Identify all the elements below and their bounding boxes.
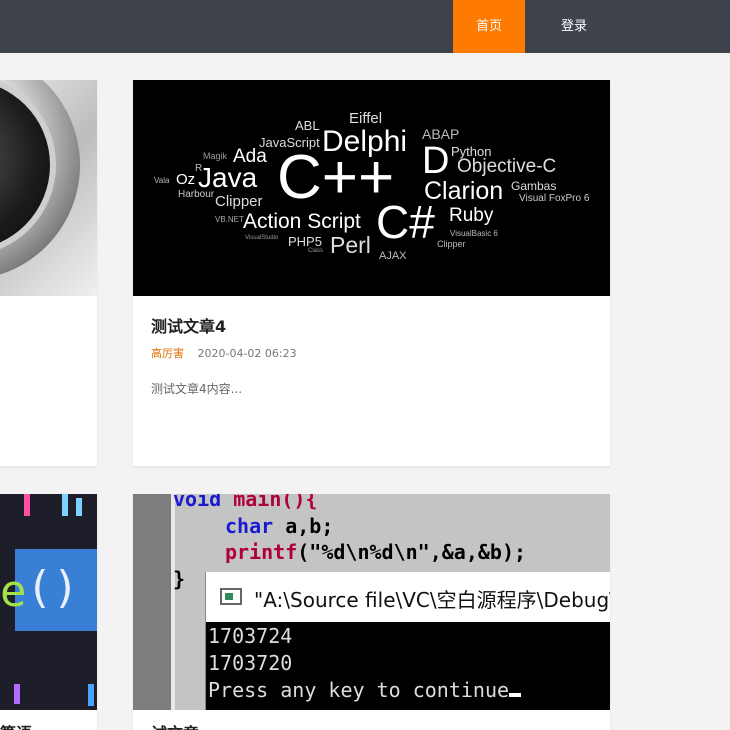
word-action-script: Action Script (243, 210, 361, 233)
decor-bar (14, 684, 20, 704)
word-php5: PHP5 (288, 234, 322, 249)
code-line-4: } (173, 567, 186, 591)
nav-login[interactable]: 登录 (525, 0, 623, 53)
word-ruby: Ruby (449, 205, 494, 226)
console-titlebar: "A:\Source file\VC\空白源程序\Debug\ (206, 572, 610, 622)
word-harbour: Harbour (178, 189, 215, 200)
parens-glyph: () (26, 562, 79, 613)
article-excerpt: 测试文章4内容... (151, 382, 243, 396)
decor-bar (62, 494, 68, 516)
word-abap: ABAP (422, 126, 460, 142)
word-visualbasic: VisualBasic 6 (450, 229, 498, 238)
word-vala: Vala (154, 176, 170, 185)
code-keyword: char (225, 514, 274, 538)
console-app-icon (220, 588, 242, 605)
article-thumbnail-code[interactable]: () e (0, 494, 97, 710)
decor-bar (24, 494, 30, 516)
word-eiffel: Eiffel (349, 110, 383, 127)
code-line-1: void main(){ (173, 494, 318, 511)
console-window: "A:\Source file\VC\空白源程序\Debug\ 1703724 … (205, 572, 610, 710)
article-meta: 高厉害 2020-04-02 06:23 (151, 345, 297, 361)
article-title-partial[interactable]: 算语 (0, 720, 32, 730)
top-navbar: 首页 登录 (0, 0, 730, 53)
article-author[interactable]: 高厉害 (151, 347, 184, 360)
code-glyph: e (0, 566, 27, 617)
code-text: main(){ (221, 494, 318, 511)
word-oz: Oz (176, 171, 196, 188)
console-title: "A:\Source file\VC\空白源程序\Debug\ (254, 588, 610, 612)
code-line-3: printf("%d\n%d\n",&a,&b); (225, 540, 526, 564)
word-java: Java (198, 162, 258, 193)
console-output-2: 1703720 (208, 651, 293, 675)
console-prompt-text: Press any key to continue (208, 678, 510, 702)
word-abl: ABL (295, 118, 320, 133)
word-csharp: C# (376, 196, 435, 248)
word-visual-foxpro: Visual FoxPro 6 (519, 193, 590, 204)
article-card-partial-left-1[interactable] (0, 80, 97, 466)
editor-gutter (133, 494, 171, 710)
article-card[interactable]: ABL Eiffel Delphi ABAP JavaScript D Pyth… (133, 80, 610, 466)
article-thumbnail[interactable] (0, 80, 97, 296)
word-vbnet: VB.NET (215, 215, 244, 224)
word-visualstudio: VisualStudio (245, 235, 279, 241)
article-thumbnail-wordcloud[interactable]: ABL Eiffel Delphi ABAP JavaScript D Pyth… (133, 80, 610, 296)
code-line-2: char a,b; (225, 514, 333, 538)
word-clipper: Clipper (215, 193, 263, 210)
article-date: 2020-04-02 06:23 (197, 347, 297, 360)
code-keyword: printf (225, 540, 298, 564)
decor-bar (88, 684, 94, 706)
article-card-2[interactable]: void main(){ char a,b; printf("%d\n%d\n"… (133, 494, 610, 730)
article-title[interactable]: 测试文章4 (151, 313, 226, 337)
console-output-3: Press any key to continue (208, 678, 522, 702)
code-text: a,b; (273, 514, 334, 538)
cursor-icon (509, 693, 522, 697)
editor-gutter-edge (171, 494, 175, 710)
code-keyword: void (173, 494, 222, 511)
word-clipper-small: Clipper (437, 239, 466, 249)
word-class: Class (308, 248, 324, 254)
word-ajax: AJAX (379, 250, 407, 262)
word-clarion: Clarion (424, 177, 504, 205)
word-magik: Magik (203, 151, 228, 161)
article-thumbnail-console[interactable]: void main(){ char a,b; printf("%d\n%d\n"… (133, 494, 610, 710)
word-d: D (422, 140, 450, 182)
article-title-partial[interactable]: 试文章 (151, 720, 199, 730)
nav-home[interactable]: 首页 (453, 0, 525, 53)
console-output-1: 1703724 (208, 624, 293, 648)
article-card-partial-left-2[interactable]: () e 算语 (0, 494, 97, 730)
word-perl: Perl (330, 232, 371, 258)
word-gambas: Gambas (511, 179, 557, 193)
code-text: ("%d\n%d\n",&a,&b); (297, 540, 527, 564)
word-objective-c: Objective-C (457, 156, 557, 177)
decor-bar (76, 498, 82, 516)
